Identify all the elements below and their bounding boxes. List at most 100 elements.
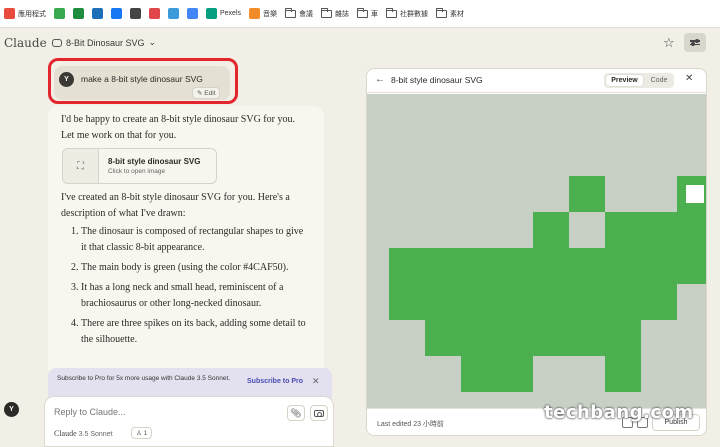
watermark-text: techbang.com <box>544 402 694 423</box>
bookmark-label: Pexels <box>220 10 242 17</box>
paperclip-icon[interactable]: 📎︎ <box>287 405 305 421</box>
artifact-card[interactable]: ⛶ 8-bit style dinosaur SVG Click to open… <box>62 148 217 184</box>
bookmark-label: 會議 <box>299 10 314 18</box>
list-text: The main body is green (using the color … <box>81 262 289 273</box>
bookmark-item[interactable]: Pexels <box>206 8 241 19</box>
camera-icon <box>314 409 324 417</box>
reply-input[interactable] <box>54 407 254 417</box>
bookmark-item[interactable] <box>111 8 122 19</box>
panel-title: 8-bit style dinosaur SVG <box>391 75 483 85</box>
subscribe-banner: Subscribe to Pro for 5x more usage with … <box>48 368 332 398</box>
list-item: 2. The main body is green (using the colo… <box>61 260 311 276</box>
model-selector[interactable]: Claude 3.5 Sonnet <box>54 429 113 438</box>
bookmark-label: 素材 <box>450 10 465 18</box>
panel-header: ← 8-bit style dinosaur SVG Preview Code … <box>367 69 706 93</box>
folder-icon <box>285 7 297 18</box>
chevron-down-icon: ⌄ <box>148 37 157 47</box>
dino-eye <box>686 185 704 203</box>
s-logo-icon <box>168 8 179 19</box>
close-icon[interactable]: ✕ <box>685 73 693 84</box>
dino-pixel-block <box>569 176 605 212</box>
bookmark-label: 應用程式 <box>18 10 46 18</box>
assistant-intro: I'd be happy to create an 8-bit style di… <box>61 114 295 141</box>
list-number: 1. <box>71 226 79 237</box>
bookmark-item[interactable]: 應用程式 <box>4 8 46 19</box>
bookmark-label: 音樂 <box>263 10 278 18</box>
artifact-subtitle: Click to open image <box>108 168 166 175</box>
dino-pixel-block <box>533 212 569 248</box>
bookmark-item[interactable]: 雜誌 <box>321 7 349 19</box>
camera-button[interactable] <box>310 405 328 421</box>
c-logo-icon <box>92 8 103 19</box>
badge-count: 1 <box>143 430 148 437</box>
notion-icon <box>130 8 141 19</box>
bookmark-item[interactable] <box>54 8 65 19</box>
dino-pixel-block <box>425 320 641 356</box>
assistant-created: I've created an 8-bit style dinosaur SVG… <box>61 192 290 219</box>
tab-code[interactable]: Code <box>646 75 672 86</box>
last-edited: Last edited 23 小時前 <box>377 421 444 428</box>
bookmark-label: 車 <box>371 10 379 18</box>
list-number: 2. <box>71 262 79 273</box>
folder-icon <box>321 7 333 18</box>
model-name: Claude <box>54 429 77 438</box>
bookmark-item[interactable]: 會議 <box>285 7 314 19</box>
composer: 📎︎ Claude 3.5 Sonnet ♙ 1 <box>44 396 334 447</box>
bookmark-item[interactable] <box>92 8 103 19</box>
list-text: There are three spikes on its back, addi… <box>81 318 306 345</box>
bookmark-item[interactable]: 社群數據 <box>386 7 429 19</box>
chat-bubble-icon <box>52 38 62 47</box>
list-text: The dinosaur is composed of rectangular … <box>81 226 304 253</box>
image-shapes-icon: ⛶ <box>63 149 99 183</box>
bookmark-item[interactable] <box>168 8 179 19</box>
watermark: techbang.com <box>540 364 710 428</box>
bookmark-item[interactable] <box>149 8 160 19</box>
list-item: 4. There are three spikes on its back, ad… <box>61 316 311 348</box>
dinosaur-image <box>389 176 706 392</box>
top-bar: Claude 8-Bit Dinosaur SVG ⌄ ☆ <box>0 28 720 58</box>
claude-logo[interactable]: Claude <box>4 36 47 50</box>
preview-canvas <box>367 94 706 408</box>
settings-sliders-button[interactable] <box>684 33 706 52</box>
highlight-annotation <box>48 58 238 104</box>
sheets-icon <box>73 8 84 19</box>
subscribe-link[interactable]: Subscribe to Pro <box>247 378 303 385</box>
puzzle-icon <box>54 8 65 19</box>
chart-icon <box>149 8 160 19</box>
model-version: 3.5 Sonnet <box>78 431 113 438</box>
dino-pixel-block <box>605 212 706 248</box>
bookmark-item[interactable] <box>187 8 198 19</box>
back-arrow-icon[interactable]: ← <box>375 74 385 85</box>
music-icon <box>249 8 261 19</box>
g-logo-icon <box>187 8 198 19</box>
person-icon: ♙ <box>136 430 142 437</box>
view-toggle: Preview Code <box>604 73 674 88</box>
user-count-badge[interactable]: ♙ 1 <box>131 427 153 439</box>
bookmark-item[interactable]: 車 <box>357 7 379 19</box>
list-item: 3. It has a long neck and small head, rem… <box>61 280 311 312</box>
assistant-message: I'd be happy to create an 8-bit style di… <box>48 106 324 376</box>
list-number: 4. <box>71 318 79 329</box>
bookmark-item[interactable] <box>130 8 141 19</box>
bookmark-item[interactable]: 素材 <box>436 7 465 19</box>
bookmark-item[interactable] <box>73 8 84 19</box>
dino-pixel-block <box>389 248 706 284</box>
pexels-icon <box>206 8 217 19</box>
conversation-title: 8-Bit Dinosaur SVG <box>66 37 145 48</box>
apps-grid-icon <box>4 8 15 19</box>
meta-icon <box>111 8 122 19</box>
bookmark-item[interactable]: 音樂 <box>249 8 277 19</box>
list-item: 1. The dinosaur is composed of rectangula… <box>61 224 311 256</box>
list-number: 3. <box>71 282 79 293</box>
folder-icon <box>357 7 369 18</box>
dino-pixel-block <box>389 284 677 320</box>
conversation-title-button[interactable]: 8-Bit Dinosaur SVG ⌄ <box>52 37 156 48</box>
avatar[interactable]: Y <box>4 402 19 417</box>
bookmark-label: 社群數據 <box>400 10 429 18</box>
subscribe-text: Subscribe to Pro for 5x more usage with … <box>57 375 231 382</box>
close-icon[interactable]: ✕ <box>312 376 320 387</box>
star-icon[interactable]: ☆ <box>663 36 675 49</box>
tab-preview[interactable]: Preview <box>606 75 643 86</box>
folder-icon <box>386 7 398 18</box>
list-text: It has a long neck and small head, remin… <box>81 282 284 309</box>
